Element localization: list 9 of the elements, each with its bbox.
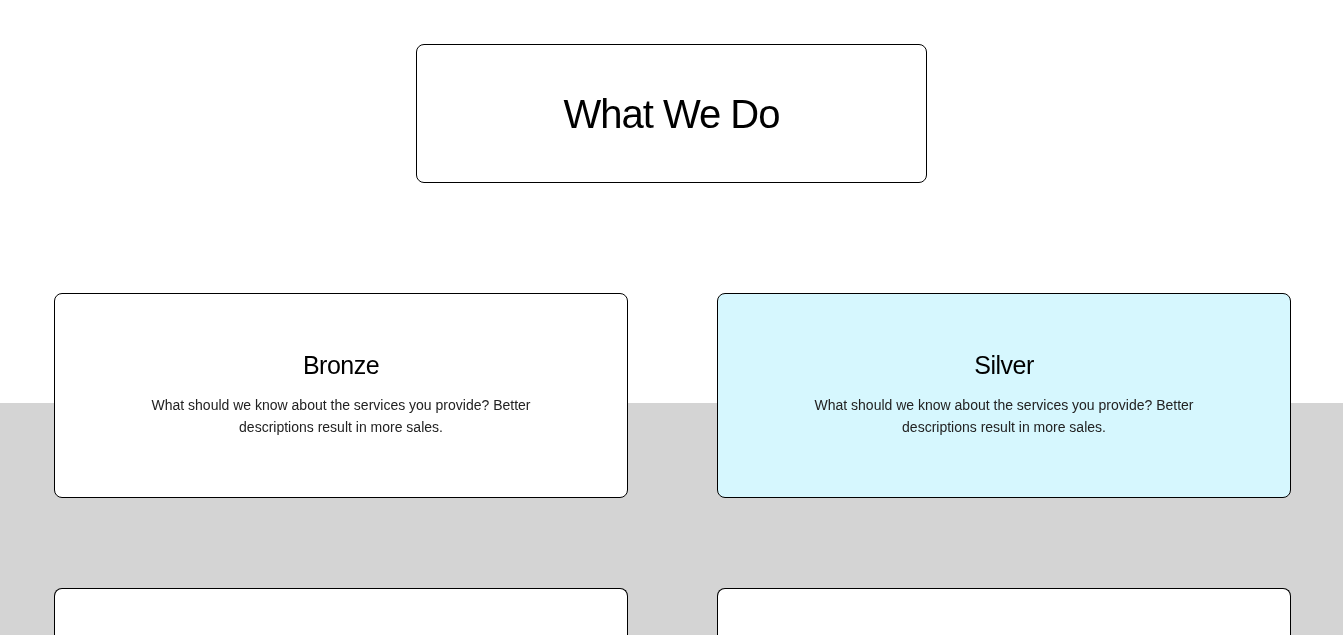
page-heading: What We Do <box>563 90 780 138</box>
card-title: Silver <box>974 350 1034 381</box>
service-card[interactable] <box>717 588 1291 635</box>
service-card[interactable]: Bronze What should we know about the services you provide? Better descriptions result in more sales. <box>54 293 628 498</box>
card-title: Bronze <box>302 350 380 381</box>
card-description: What should we know about the services you provide? Better descriptions result in more sales. <box>150 396 532 437</box>
service-card[interactable]: Silver What should we know about the services you provide? Better descriptions result in more sales. <box>717 293 1291 498</box>
service-card[interactable] <box>54 588 628 635</box>
card-description: What should we know about the services you provide? Better descriptions result in more sales. <box>813 396 1195 437</box>
